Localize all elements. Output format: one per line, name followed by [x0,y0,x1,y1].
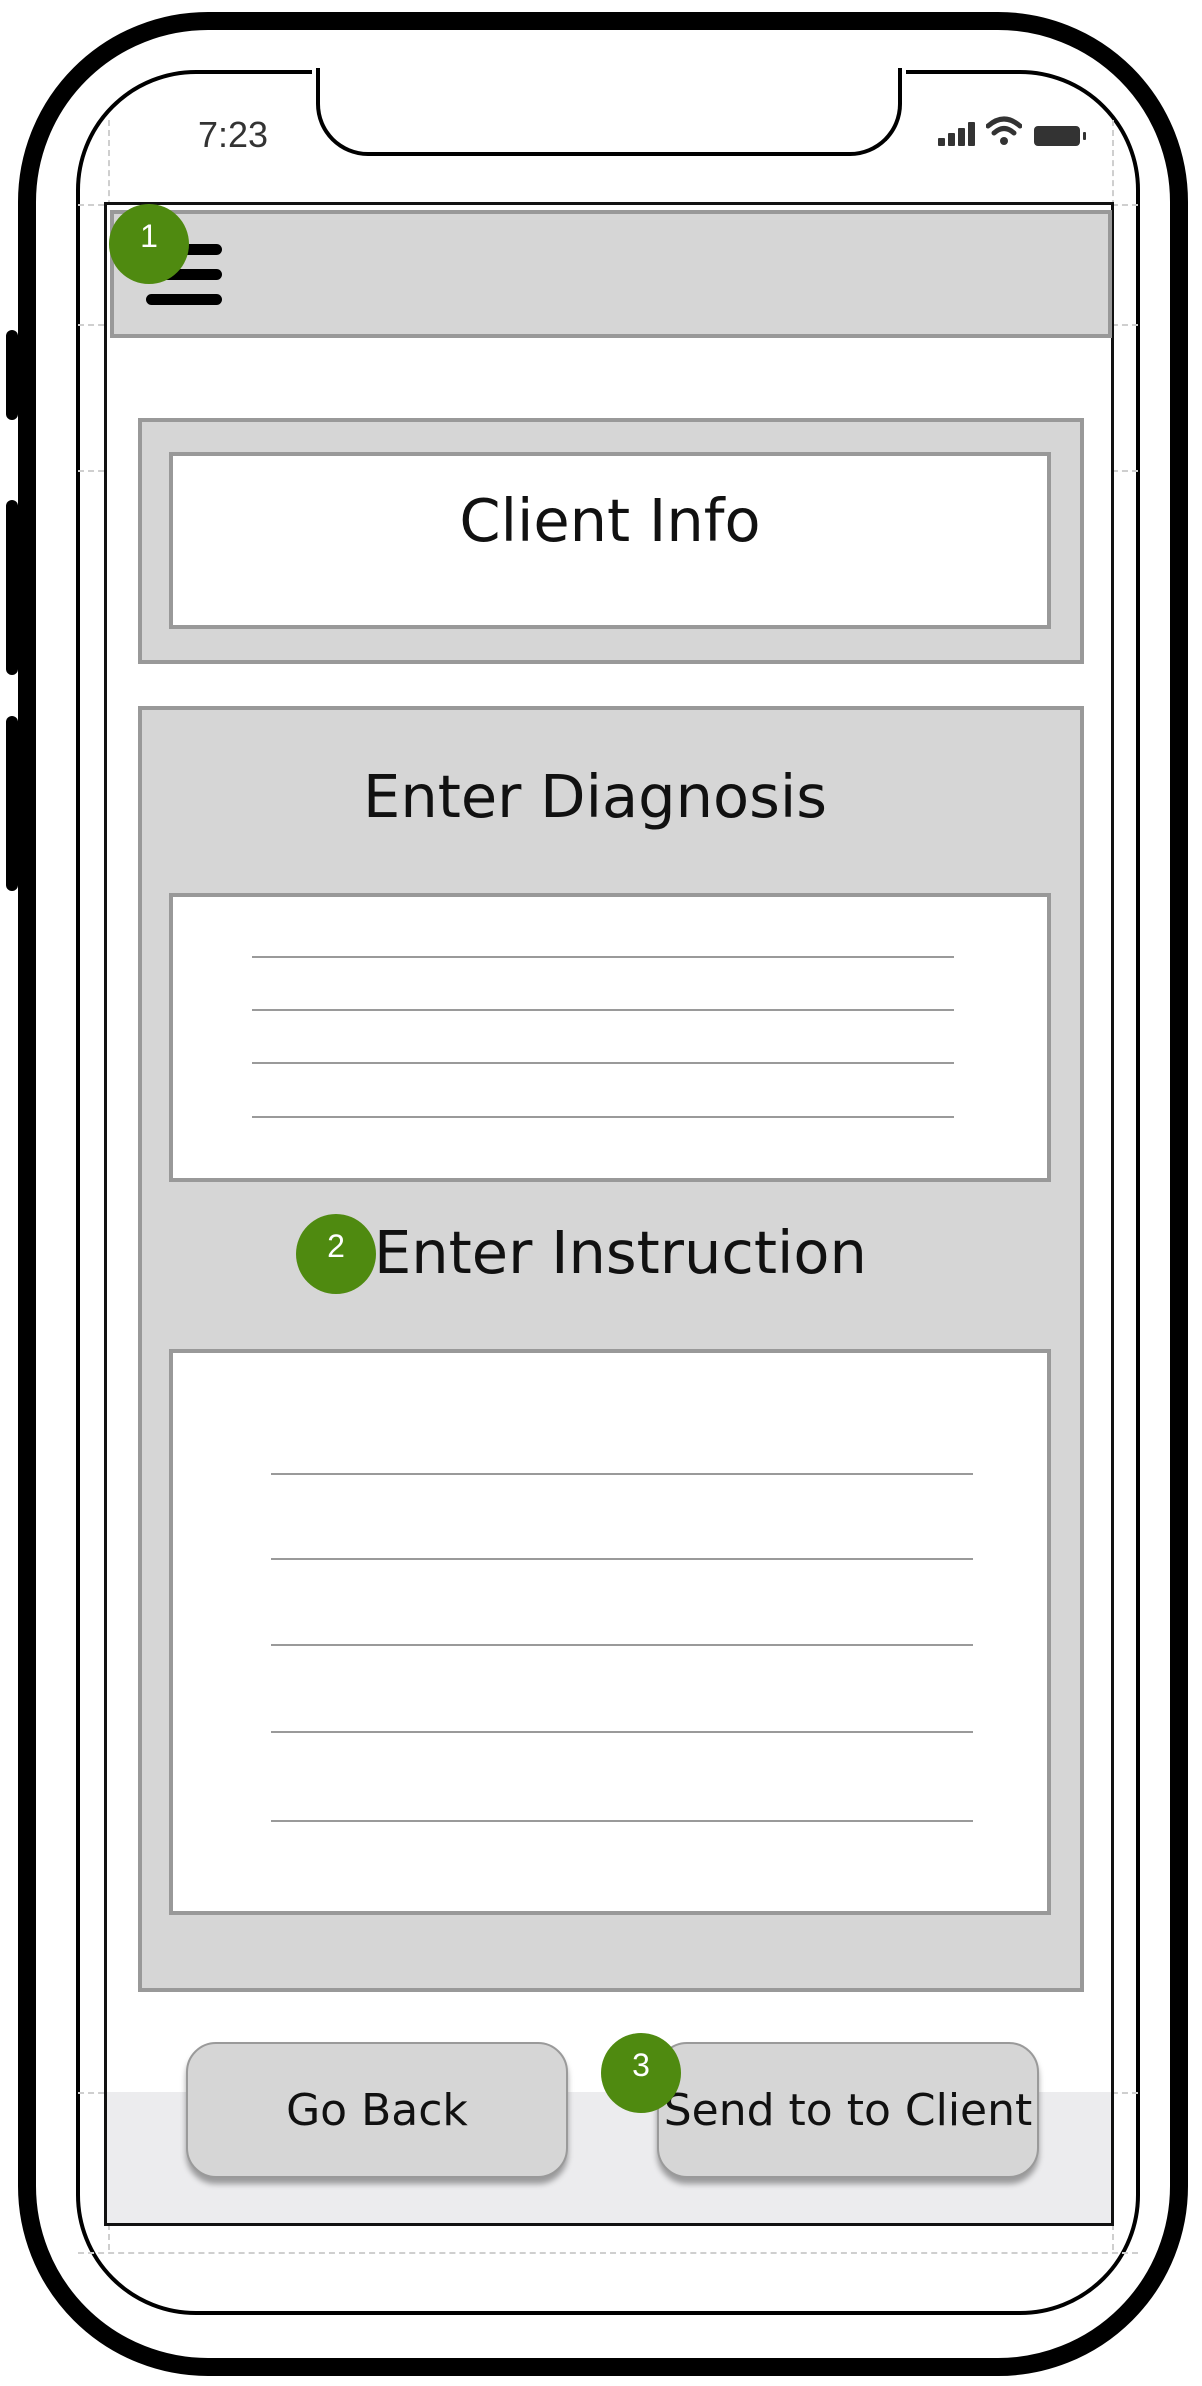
annotation-marker-2: 2 [296,1214,376,1294]
text-line-placeholder [271,1820,973,1822]
text-line-placeholder [271,1558,973,1560]
guide-line [78,2252,1138,2254]
text-line-placeholder [271,1644,973,1646]
battery-icon [1034,126,1086,146]
text-line-placeholder [252,1009,954,1011]
annotation-marker-3: 3 [601,2033,681,2113]
send-to-client-button[interactable]: Send to to Client [657,2042,1039,2178]
text-line-placeholder [271,1473,973,1475]
annotation-marker-1: 1 [109,204,189,284]
client-info-title: Client Info [459,486,761,555]
diagnosis-textarea[interactable] [169,893,1051,1182]
instruction-title: Enter Instruction [374,1218,867,1287]
text-line-placeholder [252,1116,954,1118]
wifi-icon [986,116,1022,145]
top-nav-bar [110,210,1112,338]
instruction-textarea[interactable] [169,1349,1051,1915]
text-line-placeholder [252,1062,954,1064]
side-button-volume-up [6,500,18,675]
diagnosis-title: Enter Diagnosis [363,762,827,831]
status-time: 7:23 [198,114,269,155]
text-line-placeholder [271,1731,973,1733]
text-line-placeholder [252,956,954,958]
go-back-button[interactable]: Go Back [186,2042,568,2178]
phone-notch [316,68,902,156]
signal-icon [938,122,978,146]
side-button-volume-down [6,716,18,891]
side-button-mute [6,330,18,420]
